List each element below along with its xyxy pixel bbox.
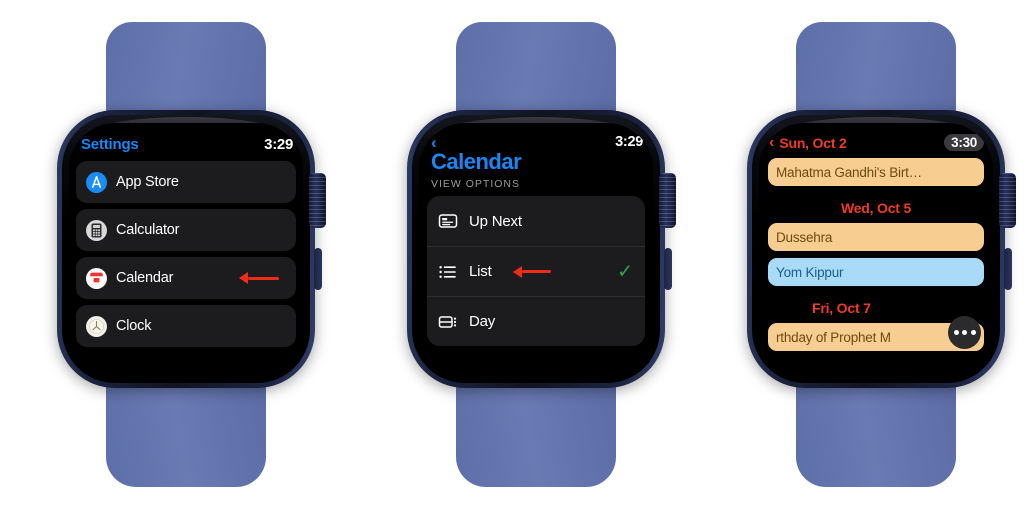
settings-header: Settings 3:29 — [69, 123, 303, 153]
view-option-day[interactable]: Day — [427, 296, 645, 346]
watch-screen-calendar-options: ‹ 3:29 Calendar VIEW OPTIONS Up Next Lis… — [419, 123, 653, 375]
view-option-label: List — [469, 263, 492, 280]
day-header-friday: Fri, Oct 7 — [812, 300, 871, 316]
list-icon — [438, 262, 458, 282]
settings-row-calendar[interactable]: Calendar — [76, 257, 296, 299]
digital-crown[interactable] — [999, 173, 1016, 228]
side-button[interactable] — [664, 248, 672, 290]
event-item[interactable]: Yom Kippur — [768, 258, 984, 286]
digital-crown[interactable] — [309, 173, 326, 228]
status-time: 3:29 — [264, 136, 293, 153]
screenshot-stage: Settings 3:29 App Store Calculator Calen… — [0, 0, 1024, 507]
page-title: Settings — [81, 136, 139, 153]
settings-row-label: Calendar — [116, 270, 174, 286]
up-next-icon — [438, 211, 458, 231]
page-title: Calendar — [431, 149, 522, 174]
apple-watch-calendar-settings: ‹ 3:29 Calendar VIEW OPTIONS Up Next Lis… — [390, 0, 682, 507]
calendar-icon — [86, 267, 107, 289]
view-option-list[interactable]: List ✓ — [427, 246, 645, 296]
calendar-settings-header: ‹ 3:29 Calendar VIEW OPTIONS — [419, 123, 653, 190]
status-time: 3:30 — [944, 134, 984, 151]
app-store-icon — [86, 171, 107, 193]
day-header-wednesday: Wed, Oct 5 — [840, 200, 912, 216]
side-button[interactable] — [314, 248, 322, 290]
settings-row-label: Calculator — [116, 222, 180, 238]
day-header-sunday: Sun, Oct 2 — [779, 134, 847, 151]
day-icon — [438, 312, 458, 332]
settings-row-clock[interactable]: Clock — [76, 305, 296, 347]
watch-screen-settings: Settings 3:29 App Store Calculator Calen… — [69, 123, 303, 375]
checkmark-icon: ✓ — [617, 261, 633, 282]
event-item[interactable]: Dussehra — [768, 223, 984, 251]
calendar-list-header: ‹ Sun, Oct 2 3:30 — [759, 123, 993, 151]
status-time: 3:29 — [615, 134, 643, 150]
pointer-arrow-list — [513, 265, 551, 278]
view-options-panel: Up Next List ✓ Day — [427, 196, 645, 346]
settings-list: App Store Calculator Calendar Clock — [69, 161, 303, 347]
clock-icon — [86, 315, 107, 337]
watch-screen-calendar-list: ‹ Sun, Oct 2 3:30 Mahatma Gandhi's Birt…… — [759, 123, 993, 375]
pointer-arrow-calendar — [239, 272, 279, 284]
settings-row-label: App Store — [116, 174, 179, 190]
digital-crown[interactable] — [659, 173, 676, 228]
settings-row-calculator[interactable]: Calculator — [76, 209, 296, 251]
apple-watch-calendar-list: ‹ Sun, Oct 2 3:30 Mahatma Gandhi's Birt…… — [730, 0, 1022, 507]
view-option-label: Up Next — [469, 212, 522, 230]
settings-row-label: Clock — [116, 318, 152, 334]
section-header: VIEW OPTIONS — [431, 178, 521, 190]
apple-watch-settings: Settings 3:29 App Store Calculator Calen… — [40, 0, 332, 507]
calculator-icon — [86, 219, 107, 241]
settings-row-app-store[interactable]: App Store — [76, 161, 296, 203]
side-button[interactable] — [1004, 248, 1012, 290]
view-option-label: Day — [469, 313, 496, 330]
more-options-button[interactable] — [948, 316, 981, 349]
view-option-up-next[interactable]: Up Next — [427, 196, 645, 246]
event-item[interactable]: Mahatma Gandhi's Birt… — [768, 158, 984, 186]
